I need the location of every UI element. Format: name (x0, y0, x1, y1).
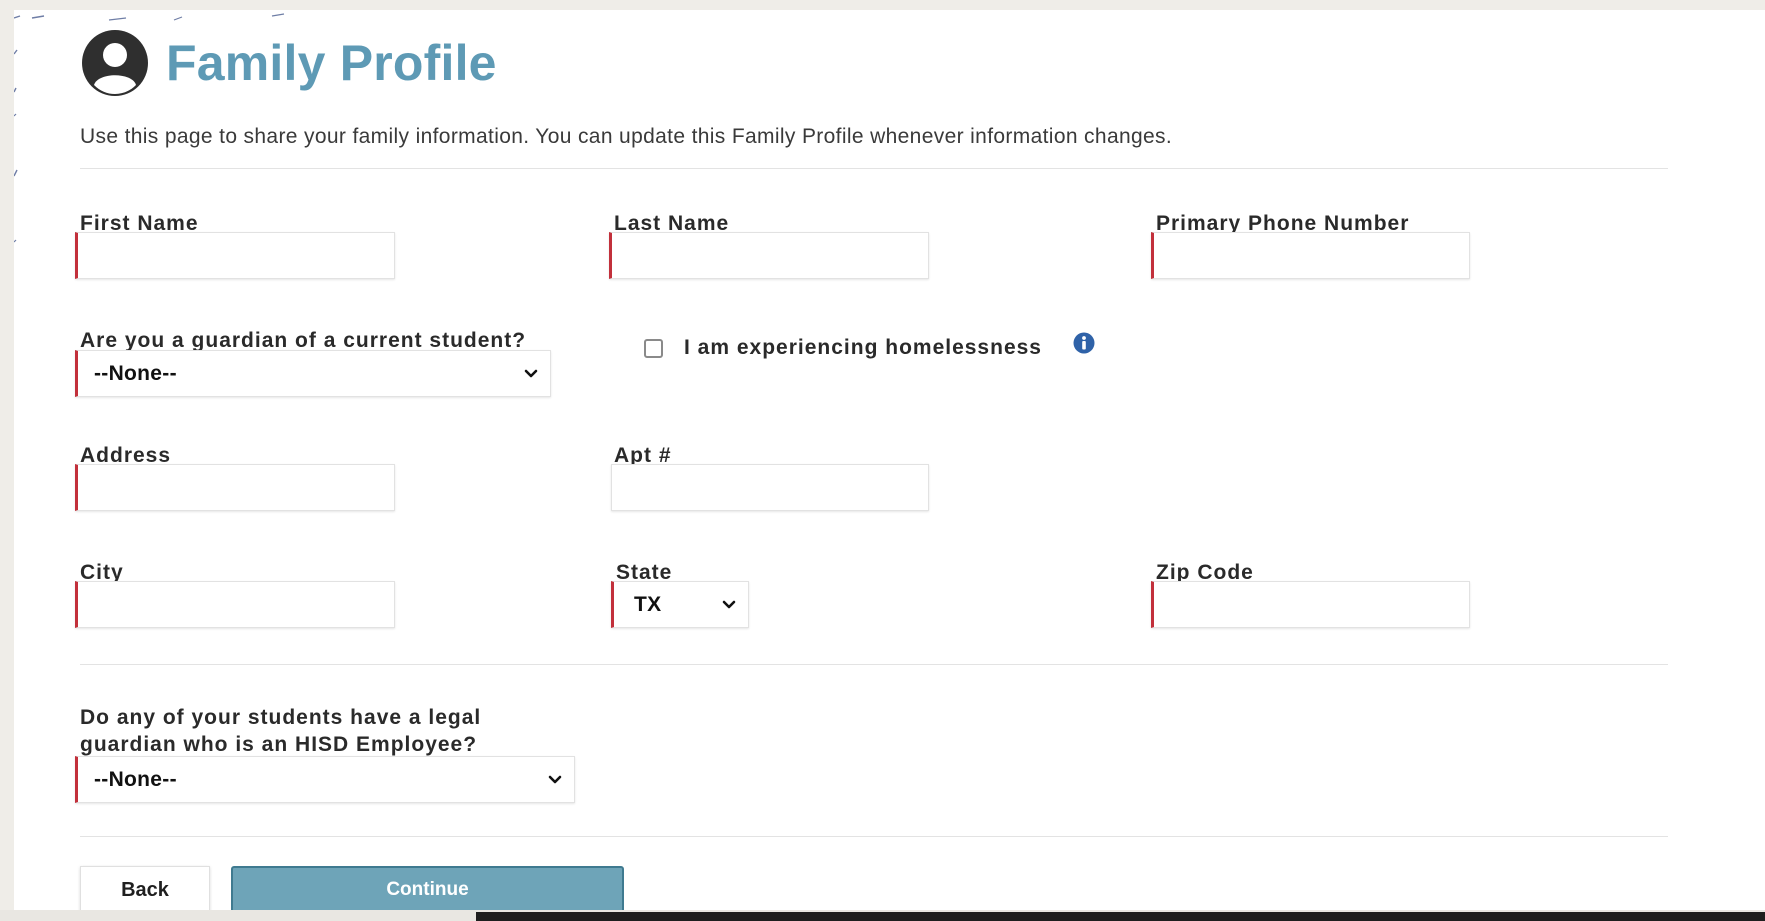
state-select[interactable]: TX (611, 581, 749, 628)
hisd-employee-label-line1: Do any of your students have a legal (80, 706, 482, 729)
continue-button[interactable]: Continue (231, 866, 624, 914)
family-profile-page: Family Profile Use this page to share yo… (14, 10, 1765, 910)
taskbar-edge (476, 912, 1765, 921)
address-input[interactable] (75, 464, 395, 511)
apt-input[interactable] (611, 464, 929, 511)
last-name-input[interactable] (609, 232, 929, 279)
hisd-employee-select[interactable]: --None-- (75, 756, 575, 803)
chevron-down-icon (524, 369, 538, 377)
zip-code-input[interactable] (1151, 581, 1470, 628)
divider (80, 168, 1668, 169)
page-header: Family Profile (80, 28, 497, 98)
divider (80, 836, 1668, 837)
homelessness-checkbox[interactable] (644, 339, 663, 358)
divider (80, 664, 1668, 665)
primary-phone-input[interactable] (1151, 232, 1470, 279)
back-button[interactable]: Back (80, 866, 210, 914)
chevron-down-icon (548, 775, 562, 783)
hisd-employee-value: --None-- (94, 767, 177, 791)
user-circle-icon (82, 30, 148, 96)
page-title: Family Profile (166, 35, 497, 91)
bottom-edge (0, 910, 1765, 921)
first-name-input[interactable] (75, 232, 395, 279)
intro-text: Use this page to share your family infor… (80, 125, 1173, 148)
homelessness-label: I am experiencing homelessness (684, 336, 1042, 359)
hisd-employee-label: Do any of your students have a legal gua… (80, 704, 481, 758)
info-icon[interactable] (1073, 332, 1095, 354)
guardian-current-student-select[interactable]: --None-- (75, 350, 551, 397)
hisd-employee-label-line2: guardian who is an HISD Employee? (80, 733, 478, 756)
chevron-down-icon (722, 600, 736, 608)
state-value: TX (634, 592, 662, 616)
guardian-current-student-value: --None-- (94, 361, 177, 385)
city-input[interactable] (75, 581, 395, 628)
